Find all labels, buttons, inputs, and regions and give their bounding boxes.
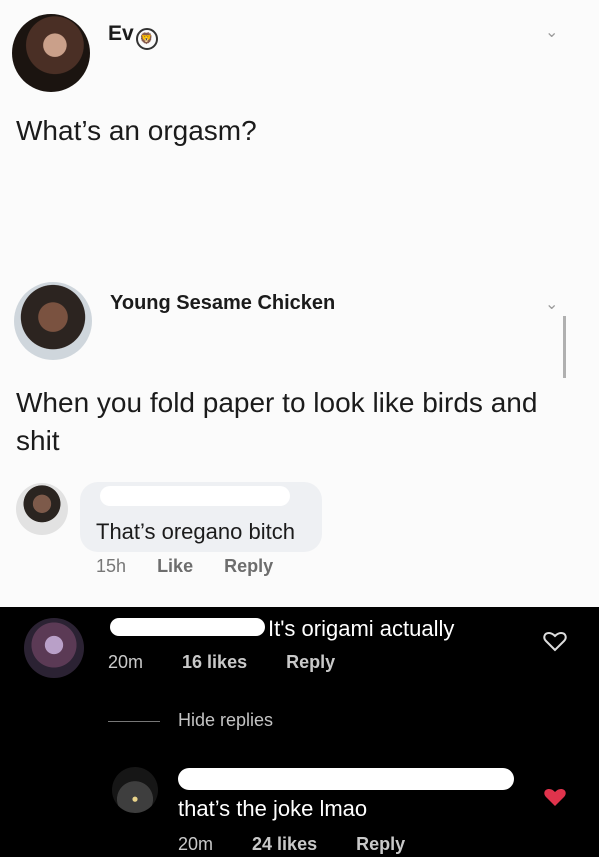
comment-text-oregano: That’s oregano bitch: [96, 519, 295, 544]
likes-count[interactable]: 16 likes: [182, 652, 247, 672]
divider-line: [108, 721, 160, 722]
comment-meta-joke: 20m 24 likes Reply: [178, 834, 439, 855]
avatar-night[interactable]: [112, 767, 158, 813]
comment-time: 15h: [96, 556, 127, 576]
post-text-question: What’s an orgasm?: [16, 115, 257, 146]
comment-time: 20m: [178, 834, 214, 854]
hide-replies-button[interactable]: Hide replies: [178, 710, 273, 731]
reply-button[interactable]: Reply: [224, 556, 273, 576]
chevron-down-icon[interactable]: ⌄: [545, 22, 558, 42]
avatar-anime[interactable]: [24, 618, 84, 678]
reply-button[interactable]: Reply: [356, 834, 405, 854]
redacted-username: [110, 618, 265, 636]
avatar-ev[interactable]: [12, 14, 90, 92]
reply-button[interactable]: Reply: [286, 652, 335, 672]
comment-meta: 15h Like Reply: [96, 556, 299, 577]
comment-meta-origami: 20m 16 likes Reply: [108, 652, 369, 673]
comment-text-joke: that’s the joke lmao: [178, 796, 368, 821]
chevron-down-icon[interactable]: ⌄: [545, 294, 558, 314]
lion-icon: 🦁: [135, 28, 158, 50]
like-button[interactable]: Like: [157, 556, 193, 576]
author-name-young-sesame-chicken[interactable]: Young Sesame Chicken: [110, 292, 335, 315]
comment-time: 20m: [108, 652, 144, 672]
author-name-ev[interactable]: Ev 🦁: [108, 22, 158, 50]
post-text-answer: When you fold paper to look like birds a…: [16, 387, 538, 456]
scrollbar[interactable]: [563, 316, 566, 378]
heart-outline-icon[interactable]: [543, 630, 567, 652]
redacted-username: [178, 768, 514, 790]
avatar-commenter[interactable]: [16, 483, 68, 535]
redacted-name: [100, 486, 290, 506]
comment-text-origami: It's origami actually: [268, 616, 455, 641]
likes-count[interactable]: 24 likes: [252, 834, 317, 854]
avatar-young-sesame-chicken[interactable]: [14, 282, 92, 360]
heart-filled-icon[interactable]: [543, 786, 567, 808]
